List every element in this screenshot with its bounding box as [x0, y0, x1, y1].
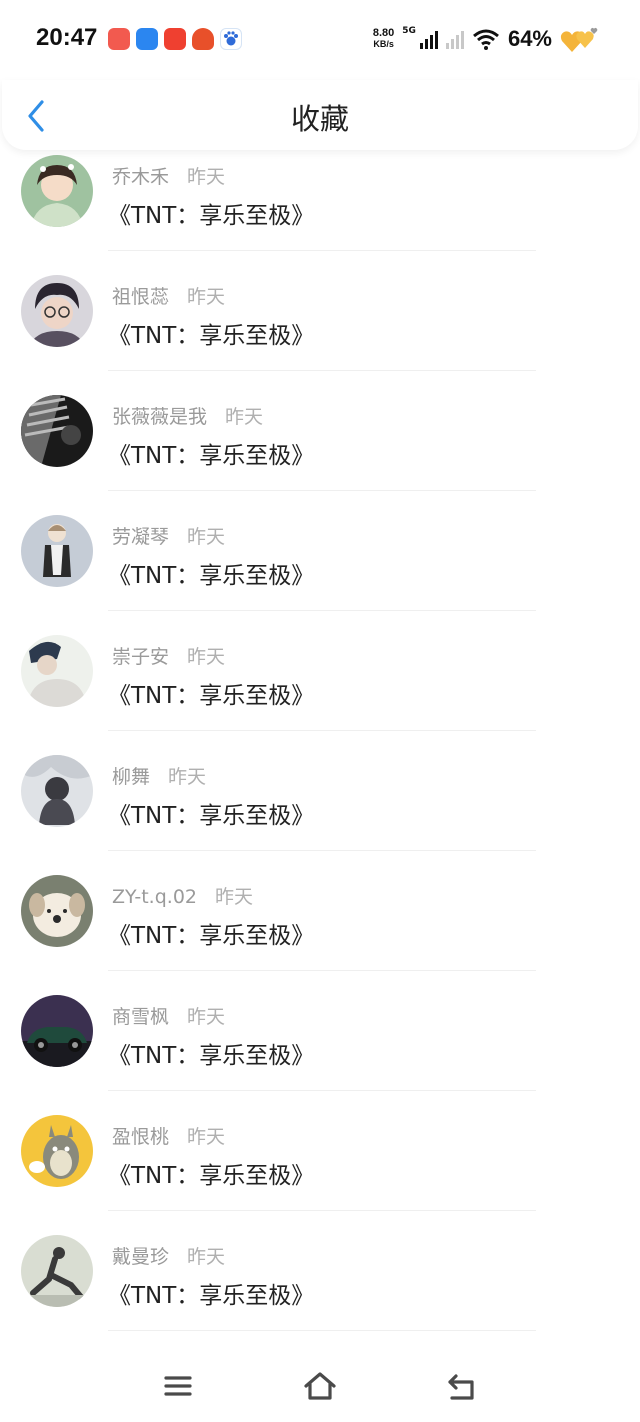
contact-name-text: 乔木禾 — [112, 166, 170, 188]
item-time: 昨天 — [225, 406, 264, 428]
avatar — [21, 755, 93, 827]
wifi-icon — [472, 29, 499, 50]
avatar — [21, 875, 93, 947]
list-item[interactable]: 张薇薇是我 昨天 《TNT：享乐至极》 — [0, 390, 640, 510]
contact-name: ZY-t.q.02 昨天 — [112, 882, 253, 909]
list-item[interactable]: 崇子安 昨天 《TNT：享乐至极》 — [0, 630, 640, 750]
contact-name: 乔木禾 昨天 — [112, 162, 225, 189]
contact-name-text: 张薇薇是我 — [112, 406, 208, 428]
contact-name: 张薇薇是我 昨天 — [112, 402, 263, 429]
divider — [108, 1330, 536, 1331]
network-gen: 5G — [402, 26, 416, 36]
list-item[interactable]: 劳凝琴 昨天 《TNT：享乐至极》 — [0, 510, 640, 630]
divider — [108, 610, 536, 611]
item-time: 昨天 — [215, 886, 254, 908]
divider — [108, 1210, 536, 1211]
notification-icons — [108, 28, 242, 50]
signal-icon — [419, 29, 438, 49]
music-app-icon — [108, 28, 130, 50]
item-time: 昨天 — [187, 646, 226, 668]
contact-name: 劳凝琴 昨天 — [112, 522, 225, 549]
avatar — [21, 155, 93, 227]
list-item[interactable]: 柳舞 昨天 《TNT：享乐至极》 — [0, 750, 640, 870]
item-time: 昨天 — [187, 286, 226, 308]
message-preview: 《TNT：享乐至极》 — [108, 323, 315, 349]
baidu-app-icon — [220, 28, 242, 50]
item-time: 昨天 — [187, 526, 226, 548]
divider — [108, 370, 536, 371]
page-title: 收藏 — [290, 102, 349, 136]
item-time: 昨天 — [168, 766, 207, 788]
status-bar: 20:47 8.80 KB/s 5G 64% — [0, 0, 640, 80]
avatar — [21, 1235, 93, 1307]
contact-name-text: 崇子安 — [112, 646, 170, 668]
avatar — [21, 995, 93, 1067]
divider — [108, 730, 536, 731]
list-item[interactable]: 盈恨桃 昨天 《TNT：享乐至极》 — [0, 1110, 640, 1230]
net-speed-unit: KB/s — [373, 39, 394, 49]
contact-name-text: ZY-t.q.02 — [112, 886, 197, 908]
contact-name: 祖恨蕊 昨天 — [112, 282, 225, 309]
contact-name: 戴曼珍 昨天 — [112, 1242, 225, 1269]
contact-name: 柳舞 昨天 — [112, 762, 206, 789]
nav-app-icon — [136, 28, 158, 50]
divider — [108, 490, 536, 491]
item-time: 昨天 — [187, 166, 226, 188]
list-item[interactable]: 戴曼珍 昨天 《TNT：享乐至极》 — [0, 1230, 640, 1350]
signal-secondary-icon — [445, 29, 464, 49]
contact-name-text: 柳舞 — [112, 766, 151, 788]
contact-name: 崇子安 昨天 — [112, 642, 225, 669]
shopping-app-icon — [164, 28, 186, 50]
message-preview: 《TNT：享乐至极》 — [108, 683, 315, 709]
list-item[interactable]: 商雪枫 昨天 《TNT：享乐至极》 — [0, 990, 640, 1110]
game-app-icon — [192, 28, 214, 50]
item-time: 昨天 — [187, 1006, 226, 1028]
divider — [108, 1090, 536, 1091]
title-bar: 收藏 — [2, 80, 638, 150]
contact-name-text: 戴曼珍 — [112, 1246, 170, 1268]
avatar — [21, 515, 93, 587]
message-preview: 《TNT：享乐至极》 — [108, 1163, 315, 1189]
avatar — [21, 395, 93, 467]
divider — [108, 850, 536, 851]
avatar — [21, 635, 93, 707]
message-preview: 《TNT：享乐至极》 — [108, 443, 315, 469]
system-nav-bar — [0, 1350, 640, 1422]
back-nav-icon[interactable] — [442, 1368, 482, 1404]
item-time: 昨天 — [187, 1126, 226, 1148]
list-item[interactable]: 祖恨蕊 昨天 《TNT：享乐至极》 — [0, 270, 640, 390]
net-speed: 8.80 KB/s — [373, 28, 394, 50]
contact-name-text: 祖恨蕊 — [112, 286, 170, 308]
contact-name: 商雪枫 昨天 — [112, 1002, 225, 1029]
message-preview: 《TNT：享乐至极》 — [108, 803, 315, 829]
contact-name-text: 盈恨桃 — [112, 1126, 170, 1148]
avatar — [21, 1115, 93, 1187]
divider — [108, 250, 536, 251]
net-speed-value: 8.80 — [372, 27, 395, 39]
avatar — [21, 275, 93, 347]
battery-level: 64% — [507, 26, 552, 51]
message-preview: 《TNT：享乐至极》 — [108, 923, 315, 949]
contact-name-text: 商雪枫 — [112, 1006, 170, 1028]
menu-icon[interactable] — [158, 1368, 198, 1404]
message-preview: 《TNT：享乐至极》 — [108, 1283, 315, 1309]
contact-name: 盈恨桃 昨天 — [112, 1122, 225, 1149]
hearts-icon — [560, 27, 598, 52]
contact-name-text: 劳凝琴 — [112, 526, 170, 548]
message-preview: 《TNT：享乐至极》 — [108, 563, 315, 589]
home-icon[interactable] — [300, 1368, 340, 1404]
message-preview: 《TNT：享乐至极》 — [108, 1043, 315, 1069]
message-preview: 《TNT：享乐至极》 — [108, 203, 315, 229]
item-time: 昨天 — [187, 1246, 226, 1268]
status-time: 20:47 — [36, 24, 98, 51]
list-item[interactable]: 乔木禾 昨天 《TNT：享乐至极》 — [0, 150, 640, 270]
status-right: 8.80 KB/s 5G 64% — [373, 24, 600, 54]
list-item[interactable]: ZY-t.q.02 昨天 《TNT：享乐至极》 — [0, 870, 640, 990]
divider — [108, 970, 536, 971]
